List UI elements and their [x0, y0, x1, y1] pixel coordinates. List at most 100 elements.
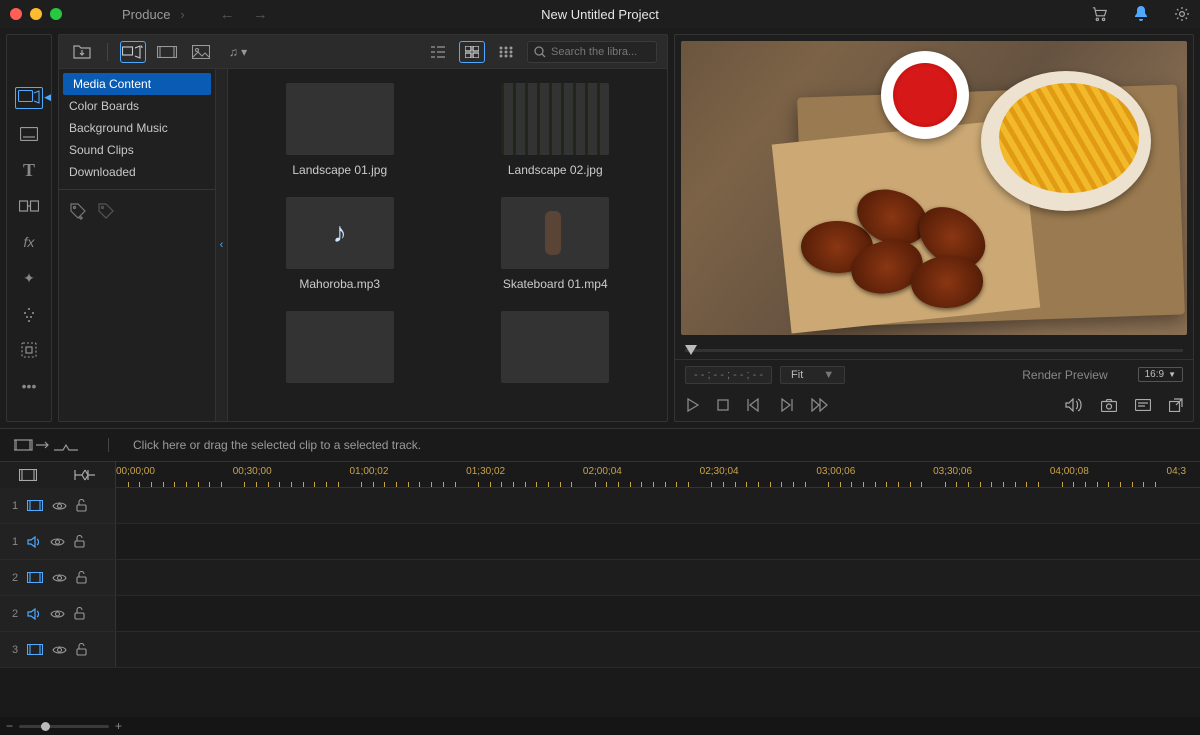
- track-type-icon: [27, 572, 43, 583]
- timeline-ruler[interactable]: 00;00;0000;30;0001;00;0201;30;0202;00;04…: [116, 462, 1200, 488]
- media-item[interactable]: [468, 311, 644, 391]
- aspect-ratio-select[interactable]: 16:9 ▼: [1138, 367, 1183, 382]
- track-visibility-button[interactable]: [52, 501, 67, 511]
- title-room-button[interactable]: [15, 123, 43, 145]
- zoom-out-button[interactable]: −: [6, 719, 13, 733]
- library-grid: Landscape 01.jpg Landscape 02.jpg Mahoroba…: [228, 69, 667, 421]
- snapshot-button[interactable]: [1101, 399, 1117, 412]
- fit-label: Fit: [791, 369, 803, 381]
- track-visibility-button[interactable]: [52, 645, 67, 655]
- track-lock-button[interactable]: [74, 535, 85, 548]
- track-lane[interactable]: [116, 596, 1200, 631]
- view-grid-small-button[interactable]: [493, 41, 519, 63]
- track-lane[interactable]: [116, 524, 1200, 559]
- zoom-in-button[interactable]: +: [115, 719, 122, 733]
- ruler-tick: 01;00;02: [349, 466, 388, 477]
- media-item[interactable]: Landscape 01.jpg: [252, 83, 428, 177]
- zoom-fit-select[interactable]: Fit ▼: [780, 366, 845, 384]
- filter-all-button[interactable]: [120, 41, 146, 63]
- preview-scrubber[interactable]: [675, 341, 1193, 359]
- preview-panel: - - ; - - ; - - ; - - Fit ▼ Render Previ…: [674, 34, 1194, 422]
- media-item[interactable]: Landscape 02.jpg: [468, 83, 644, 177]
- library-category-color-boards[interactable]: Color Boards: [59, 95, 215, 117]
- chevron-down-icon: ▼: [823, 369, 834, 381]
- media-item[interactable]: Skateboard 01.mp4: [468, 197, 644, 291]
- produce-menu[interactable]: Produce ›: [122, 7, 185, 22]
- nav-forward-button[interactable]: →: [253, 6, 268, 23]
- timeline-markers-button[interactable]: [74, 469, 96, 481]
- close-window-button[interactable]: [10, 8, 22, 20]
- zoom-window-button[interactable]: [50, 8, 62, 20]
- text-room-button[interactable]: T: [15, 159, 43, 181]
- prev-frame-button[interactable]: [747, 398, 761, 412]
- track-number: 2: [12, 608, 18, 620]
- popout-button[interactable]: [1169, 398, 1183, 412]
- import-media-button[interactable]: [69, 41, 95, 63]
- caption-button[interactable]: [1135, 399, 1151, 411]
- add-tag-icon[interactable]: [69, 202, 87, 220]
- track-lock-button[interactable]: [76, 571, 87, 584]
- transition-room-button[interactable]: [15, 195, 43, 217]
- media-label: Mahoroba.mp3: [299, 277, 380, 291]
- fx-room-button[interactable]: fx: [15, 231, 43, 253]
- library-category-sound-clips[interactable]: Sound Clips: [59, 139, 215, 161]
- remove-tag-icon[interactable]: [97, 202, 115, 220]
- insert-clip-icon[interactable]: [14, 437, 78, 453]
- ruler-tick: 04;3: [1167, 466, 1186, 477]
- track-lock-button[interactable]: [76, 643, 87, 656]
- media-thumbnail: [501, 311, 609, 383]
- filter-image-button[interactable]: [188, 41, 214, 63]
- track-visibility-button[interactable]: [50, 537, 65, 547]
- track-visibility-button[interactable]: [50, 609, 65, 619]
- library-category-downloaded[interactable]: Downloaded: [59, 161, 215, 183]
- track-lock-button[interactable]: [76, 499, 87, 512]
- scrub-handle-icon[interactable]: [685, 345, 697, 355]
- timeline-zoom-bar: − +: [0, 717, 1200, 735]
- particle-room-button[interactable]: [15, 303, 43, 325]
- track-visibility-button[interactable]: [52, 573, 67, 583]
- play-button[interactable]: [685, 398, 699, 412]
- ruler-tick: 02;30;04: [700, 466, 739, 477]
- media-room-button[interactable]: [15, 87, 43, 109]
- track-lane[interactable]: [116, 488, 1200, 523]
- library-toolbar: ♫ ▾ Search the libra...: [59, 35, 667, 69]
- track-row: 1: [0, 524, 1200, 560]
- track-lock-button[interactable]: [74, 607, 85, 620]
- track-header: 1: [0, 524, 116, 559]
- next-frame-button[interactable]: [779, 398, 793, 412]
- volume-icon[interactable]: [1065, 398, 1083, 412]
- track-type-icon: [27, 500, 43, 511]
- minimize-window-button[interactable]: [30, 8, 42, 20]
- gear-icon[interactable]: [1174, 6, 1190, 22]
- render-preview-button[interactable]: Render Preview: [1022, 368, 1107, 382]
- sidebar-collapse-button[interactable]: ‹: [216, 69, 228, 421]
- library-category-media-content[interactable]: Media Content: [63, 73, 211, 95]
- track-lane[interactable]: [116, 560, 1200, 595]
- chevron-right-icon: ›: [180, 7, 184, 22]
- stop-button[interactable]: [717, 399, 729, 411]
- filter-video-button[interactable]: [154, 41, 180, 63]
- nav-back-button[interactable]: ←: [220, 6, 235, 23]
- track-lane[interactable]: [116, 632, 1200, 667]
- bell-icon[interactable]: [1133, 6, 1149, 22]
- timeline-tracks: 11223: [0, 488, 1200, 717]
- overlay-room-button[interactable]: ✦: [15, 267, 43, 289]
- filter-audio-button[interactable]: ♫ ▾: [222, 41, 254, 63]
- timeline-view-button[interactable]: [19, 469, 37, 481]
- more-rooms-button[interactable]: •••: [15, 375, 43, 397]
- view-grid-large-button[interactable]: [459, 41, 485, 63]
- zoom-slider[interactable]: [19, 725, 109, 728]
- timeline-panel: 00;00;0000;30;0001;00;0201;30;0202;00;04…: [0, 462, 1200, 735]
- cart-icon[interactable]: [1092, 6, 1108, 22]
- media-item[interactable]: [252, 311, 428, 391]
- view-list-button[interactable]: [425, 41, 451, 63]
- library-search-input[interactable]: Search the libra...: [527, 41, 657, 63]
- media-item[interactable]: Mahoroba.mp3: [252, 197, 428, 291]
- preview-viewport[interactable]: [681, 41, 1187, 335]
- audio-room-button[interactable]: [15, 339, 43, 361]
- timecode-display[interactable]: - - ; - - ; - - ; - -: [685, 366, 772, 384]
- library-category-background-music[interactable]: Background Music: [59, 117, 215, 139]
- fast-forward-button[interactable]: [811, 398, 829, 412]
- ruler-tick: 03;30;06: [933, 466, 972, 477]
- ruler-tick: 00;30;00: [233, 466, 272, 477]
